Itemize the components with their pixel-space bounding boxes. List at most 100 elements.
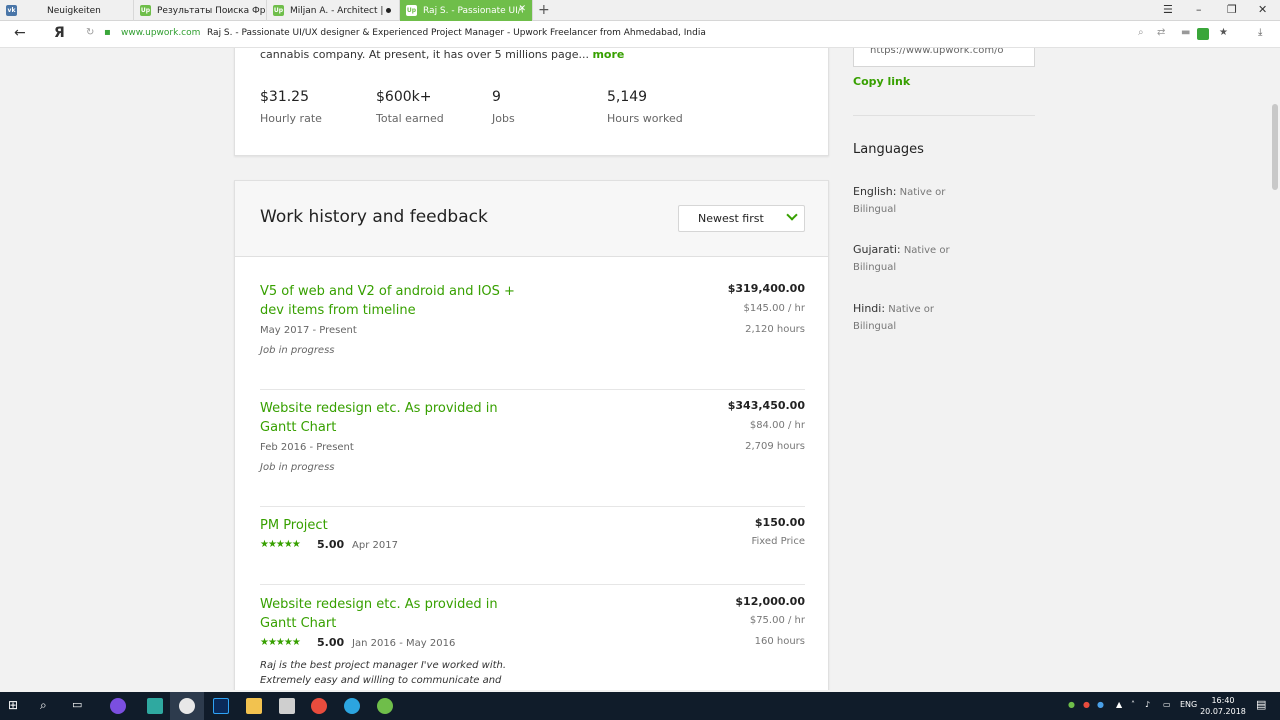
rating-stars-icon: ★★★★★: [260, 637, 301, 648]
close-window-icon[interactable]: ✕: [1258, 3, 1267, 16]
tab-raj-active[interactable]: Up Raj S. - Passionate UI/UX ✕: [400, 0, 533, 21]
stat-value: 5,149: [607, 89, 648, 105]
job-amount: $343,450.00: [727, 399, 805, 412]
work-history-header: Work history and feedback Newest first: [235, 181, 828, 257]
client-review: Raj is the best project manager I've wor…: [260, 660, 507, 686]
language-item: Gujarati: Native or Bilingual: [853, 241, 973, 276]
stat-hourly-rate: $31.25 Hourly rate: [260, 89, 322, 125]
overview-card: cannabis company. At present, it has ove…: [234, 48, 829, 156]
restore-icon[interactable]: ❐: [1227, 3, 1237, 16]
photoshop-icon[interactable]: [213, 698, 229, 714]
task-view-icon[interactable]: ▭: [72, 698, 88, 714]
language-name: Gujarati:: [853, 243, 901, 256]
job-rate: $84.00 / hr: [749, 420, 805, 431]
scrollbar-thumb[interactable]: [1272, 104, 1278, 190]
tray-app-icon[interactable]: ●: [1083, 700, 1090, 709]
stat-jobs: 9 Jobs: [492, 89, 515, 125]
job-item: V5 of web and V2 of android and IOS + de…: [260, 282, 805, 392]
clock-date: 20.07.2018: [1200, 707, 1246, 716]
clock-time: 16:40: [1211, 696, 1235, 705]
calculator-icon[interactable]: [279, 698, 295, 714]
refresh-icon[interactable]: ↻: [86, 27, 94, 38]
copy-link-button[interactable]: Copy link: [853, 75, 910, 88]
language-item: Hindi: Native or Bilingual: [853, 300, 973, 335]
url-page-title[interactable]: Raj S. - Passionate UI/UX designer & Exp…: [207, 28, 706, 38]
file-explorer-icon[interactable]: [246, 698, 262, 714]
language-name: English:: [853, 185, 897, 198]
chat-icon[interactable]: ▬: [1181, 27, 1190, 38]
windows-start-icon[interactable]: ⊞: [8, 698, 24, 714]
upwork-icon: Up: [140, 5, 151, 16]
tray-app-icon[interactable]: ●: [1097, 700, 1104, 709]
tray-network-icon[interactable]: ▲: [1116, 700, 1122, 709]
job-dates: Jan 2016 - May 2016: [352, 638, 456, 649]
job-dates: Feb 2016 - Present: [260, 442, 354, 453]
voice-assistant-icon[interactable]: [110, 698, 126, 714]
close-tab-icon[interactable]: ✕: [518, 4, 526, 14]
tray-volume-icon[interactable]: ♪: [1145, 700, 1150, 709]
search-icon[interactable]: ⌕: [40, 698, 56, 714]
chrome-icon[interactable]: [311, 698, 327, 714]
job-amount: $150.00: [754, 516, 805, 529]
yandex-icon[interactable]: Я: [54, 25, 65, 41]
job-rate: $145.00 / hr: [743, 303, 805, 314]
translate-icon[interactable]: ⇄: [1157, 27, 1165, 38]
tray-battery-icon[interactable]: ▭: [1163, 700, 1171, 709]
stat-label: Hourly rate: [260, 112, 322, 125]
job-item: Website redesign etc. As provided in Gan…: [260, 399, 805, 509]
description-text: cannabis company. At present, it has ove…: [260, 48, 589, 61]
language-indicator[interactable]: ENG: [1180, 700, 1197, 709]
notifications-icon[interactable]: ▤: [1256, 698, 1266, 711]
profile-url-input[interactable]: https://www.upwork.com/o: [853, 48, 1035, 67]
divider: [260, 584, 805, 585]
star-icon[interactable]: ★: [1219, 27, 1228, 38]
job-title-link[interactable]: Website redesign etc. As provided in Gan…: [260, 399, 520, 437]
telegram-icon[interactable]: [344, 698, 360, 714]
windows-taskbar: ⊞ ⌕ ▭ ● ● ● ▲ ˄ ♪ ▭ ENG 16:40 20.07.2018…: [0, 692, 1280, 720]
tab-neuigkeiten[interactable]: vk Neuigkeiten: [0, 0, 134, 21]
yandex-browser-icon[interactable]: [179, 698, 195, 714]
job-status: Job in progress: [260, 462, 335, 473]
job-dates: May 2017 - Present: [260, 325, 357, 336]
divider: [260, 389, 805, 390]
language-item: English: Native or Bilingual: [853, 183, 973, 218]
stat-value: $31.25: [260, 89, 309, 105]
job-hours: 2,120 hours: [745, 324, 805, 335]
page-scrollbar[interactable]: [1270, 48, 1280, 690]
job-hours: 2,709 hours: [745, 441, 805, 452]
secure-lock-icon: ▪: [104, 27, 111, 38]
tab-miljan[interactable]: Up Miljan A. - Architect | 3D: [267, 0, 400, 21]
job-item: Website redesign etc. As provided in Gan…: [260, 595, 805, 690]
app-icon[interactable]: [147, 698, 163, 714]
stat-total-earned: $600k+ Total earned: [376, 89, 444, 125]
tab-label: Miljan A. - Architect | 3D: [290, 5, 384, 16]
system-clock[interactable]: 16:40 20.07.2018: [1200, 695, 1246, 717]
job-title-link[interactable]: PM Project: [260, 516, 520, 535]
sort-dropdown[interactable]: Newest first: [678, 205, 805, 232]
url-domain[interactable]: www.upwork.com: [121, 28, 200, 38]
upwork-app-icon[interactable]: [377, 698, 393, 714]
search-icon[interactable]: ⌕: [1138, 27, 1144, 38]
back-icon[interactable]: ←: [14, 25, 26, 41]
work-history-card: Work history and feedback Newest first V…: [234, 180, 829, 690]
work-history-title: Work history and feedback: [260, 207, 488, 227]
job-title-link[interactable]: Website redesign etc. As provided in Gan…: [260, 595, 520, 633]
audio-dot-icon: [386, 8, 391, 13]
more-link[interactable]: more: [592, 48, 624, 61]
job-title-link[interactable]: V5 of web and V2 of android and IOS + de…: [260, 282, 520, 320]
languages-title: Languages: [853, 142, 924, 157]
tab-label: Результаты Поиска Фрилан: [157, 5, 266, 16]
tab-label: Raj S. - Passionate UI/UX: [423, 5, 523, 16]
vk-icon: vk: [6, 5, 17, 16]
tray-show-hidden-icon[interactable]: ˄: [1131, 700, 1135, 709]
download-icon[interactable]: ⤓: [1258, 27, 1262, 38]
tray-upwork-icon[interactable]: ●: [1068, 700, 1075, 709]
tab-search-results[interactable]: Up Результаты Поиска Фрилан: [134, 0, 267, 21]
upwork-icon: Up: [273, 5, 284, 16]
minimize-icon[interactable]: –: [1196, 3, 1202, 16]
address-bar: ← Я ↻ ▪ www.upwork.com Raj S. - Passiona…: [0, 21, 1280, 48]
menu-icon[interactable]: ☰: [1163, 3, 1173, 16]
job-amount: $319,400.00: [727, 282, 805, 295]
new-tab-icon[interactable]: +: [538, 2, 550, 18]
protect-icon[interactable]: [1197, 28, 1209, 40]
